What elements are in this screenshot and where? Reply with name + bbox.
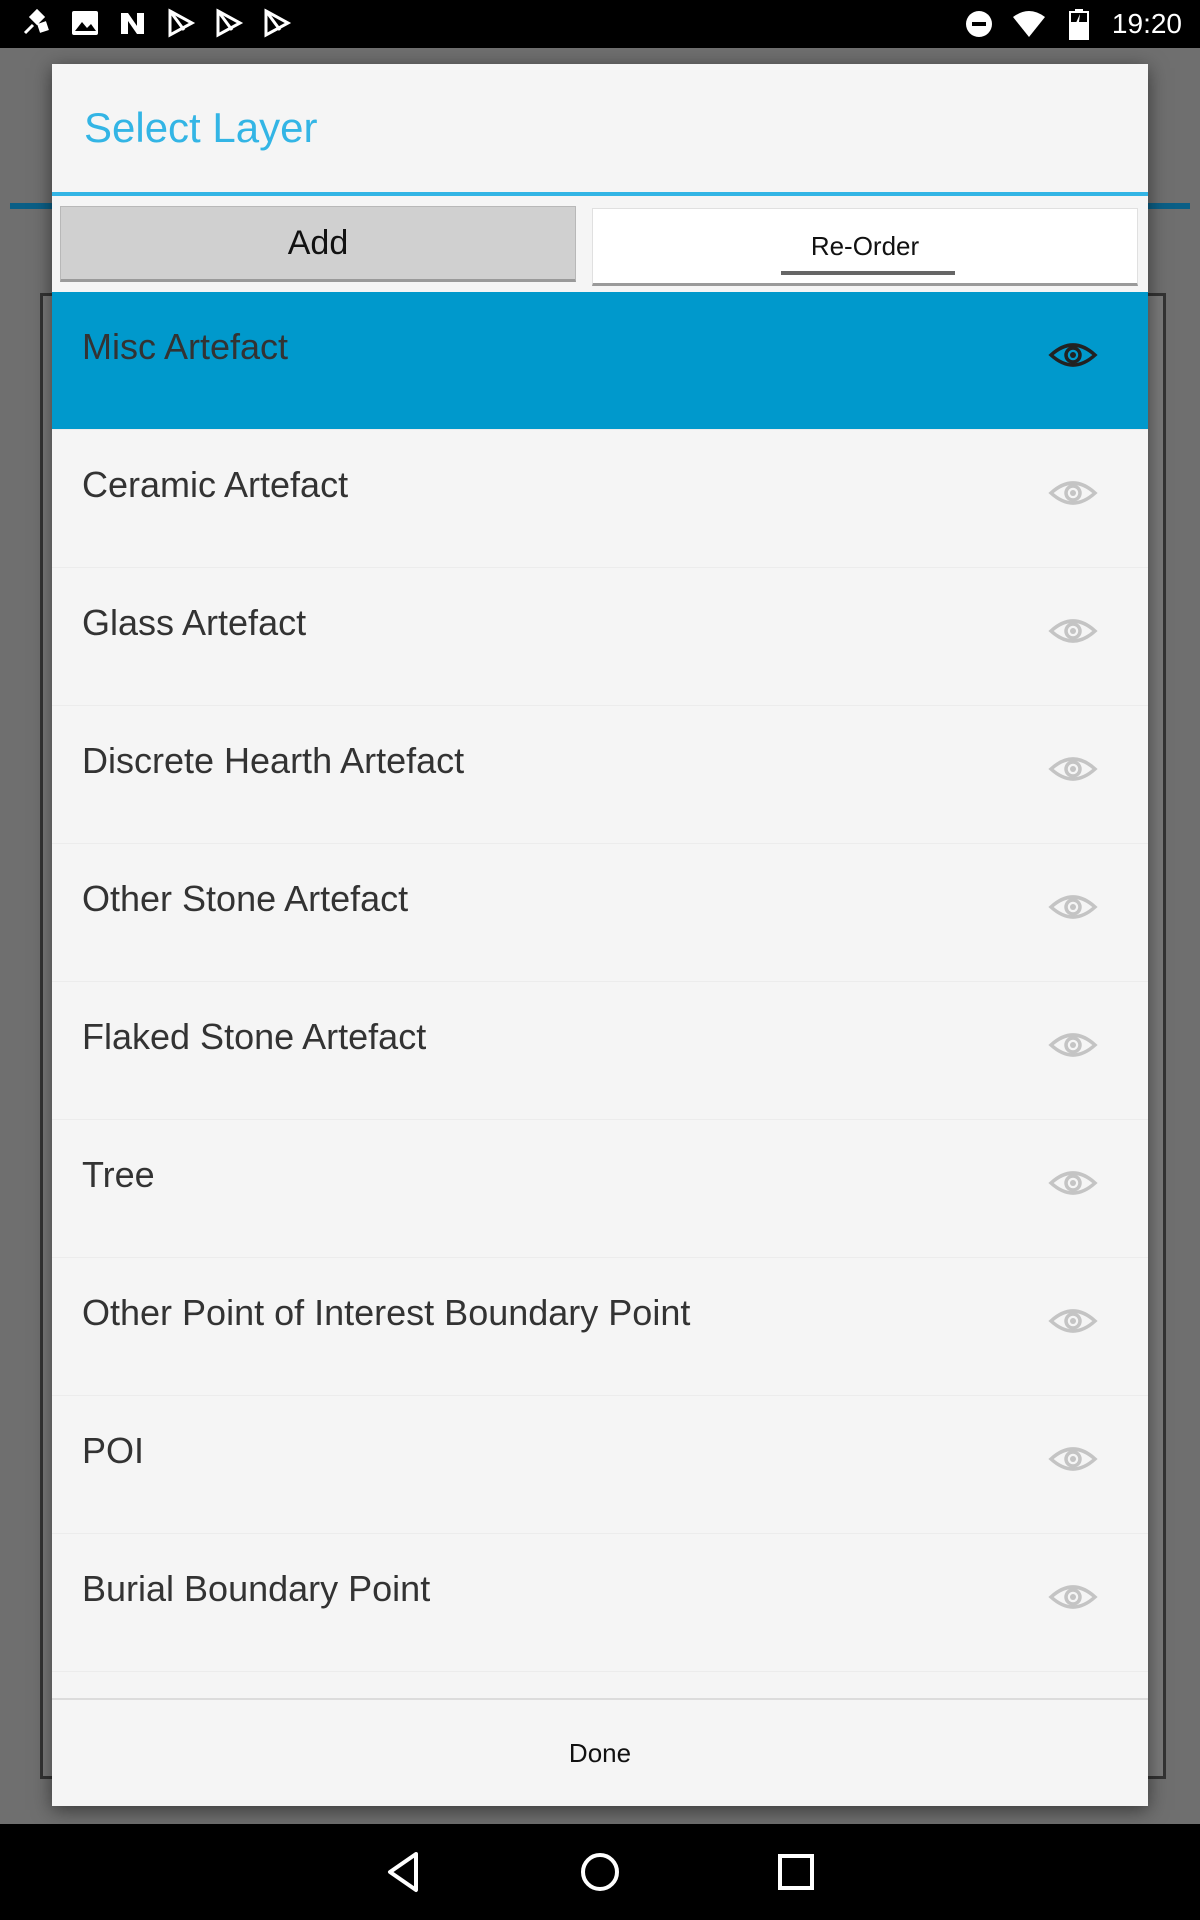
eye-icon[interactable] bbox=[1048, 892, 1098, 922]
wifi-icon bbox=[1012, 7, 1046, 41]
eye-icon[interactable] bbox=[1048, 340, 1098, 370]
navigation-bar bbox=[0, 1824, 1200, 1920]
play-store-icon bbox=[212, 6, 246, 40]
reorder-underline bbox=[781, 271, 955, 275]
list-item[interactable]: Glass Artefact bbox=[52, 568, 1148, 706]
eye-icon[interactable] bbox=[1048, 1030, 1098, 1060]
layer-list[interactable]: Misc Artefact Ceramic Artefact Glass Art… bbox=[52, 292, 1148, 1702]
play-store-icon bbox=[260, 6, 294, 40]
item-label: Burial Boundary Point bbox=[82, 1568, 431, 1609]
clock: 19:20 bbox=[1111, 8, 1182, 39]
item-label: Misc Artefact bbox=[82, 326, 289, 367]
list-item[interactable]: Tree bbox=[52, 1120, 1148, 1258]
reorder-label: Re-Order bbox=[810, 231, 920, 261]
eye-icon[interactable] bbox=[1048, 1444, 1098, 1474]
item-label: Glass Artefact bbox=[82, 602, 307, 643]
list-item[interactable]: Other Stone Artefact bbox=[52, 844, 1148, 982]
list-item[interactable]: Ceramic Artefact bbox=[52, 430, 1148, 568]
image-icon bbox=[68, 6, 102, 40]
item-label: Other Point of Interest Boundary Point bbox=[82, 1292, 691, 1333]
item-label: Discrete Hearth Artefact bbox=[82, 740, 465, 781]
list-item[interactable]: Discrete Hearth Artefact bbox=[52, 706, 1148, 844]
list-item[interactable]: POI bbox=[52, 1396, 1148, 1534]
list-item[interactable]: Misc Artefact bbox=[52, 292, 1148, 430]
do-not-disturb-icon bbox=[962, 7, 996, 41]
eye-icon[interactable] bbox=[1048, 1582, 1098, 1612]
home-icon[interactable] bbox=[574, 1846, 626, 1898]
status-bar: 19:20 bbox=[0, 0, 1200, 48]
add-button[interactable]: Add bbox=[60, 206, 576, 282]
list-item[interactable]: Other Point of Interest Boundary Point bbox=[52, 1258, 1148, 1396]
list-item[interactable]: Burial Boundary Point bbox=[52, 1534, 1148, 1672]
eye-icon[interactable] bbox=[1048, 1306, 1098, 1336]
reorder-button[interactable]: Re-Order bbox=[592, 208, 1138, 286]
eye-icon[interactable] bbox=[1048, 616, 1098, 646]
n-app-icon bbox=[116, 6, 150, 40]
eye-icon[interactable] bbox=[1048, 1168, 1098, 1198]
item-label: Ceramic Artefact bbox=[82, 464, 349, 505]
eye-icon[interactable] bbox=[1048, 478, 1098, 508]
dialog-title: Select Layer bbox=[84, 104, 318, 151]
play-store-icon bbox=[164, 6, 198, 40]
battery-charging-icon bbox=[1062, 7, 1096, 41]
done-button[interactable]: Done bbox=[52, 1700, 1148, 1806]
item-label: Other Stone Artefact bbox=[82, 878, 409, 919]
item-label: Flaked Stone Artefact bbox=[82, 1016, 427, 1057]
title-divider bbox=[52, 192, 1148, 196]
item-label: POI bbox=[82, 1430, 145, 1471]
back-icon[interactable] bbox=[378, 1846, 430, 1898]
item-label: Tree bbox=[82, 1154, 155, 1195]
satellite-icon bbox=[20, 6, 54, 40]
recents-icon[interactable] bbox=[770, 1846, 822, 1898]
eye-icon[interactable] bbox=[1048, 754, 1098, 784]
system-icons: 19:20 bbox=[962, 4, 1182, 44]
select-layer-dialog: Select Layer Add Re-Order Misc Artefact … bbox=[52, 64, 1148, 1806]
notification-icons bbox=[20, 6, 294, 40]
list-item[interactable]: Flaked Stone Artefact bbox=[52, 982, 1148, 1120]
